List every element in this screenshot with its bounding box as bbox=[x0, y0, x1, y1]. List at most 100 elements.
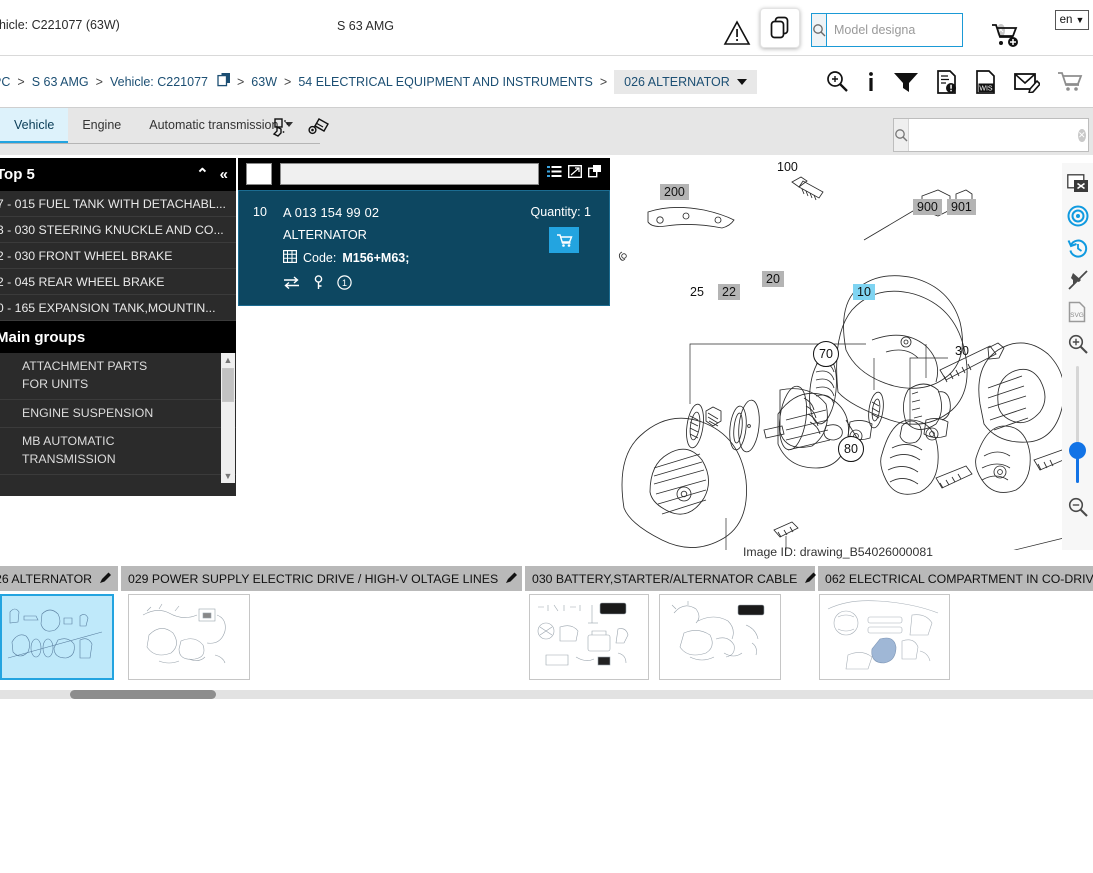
thumbnail-0[interactable] bbox=[0, 594, 114, 680]
hardware-bolt-icon[interactable] bbox=[308, 117, 332, 142]
cart-icon[interactable] bbox=[1057, 71, 1083, 93]
language-selector[interactable]: en ▼ bbox=[1055, 10, 1089, 30]
edit-pencil-icon[interactable] bbox=[804, 571, 817, 587]
thumbnail-2[interactable] bbox=[529, 594, 649, 680]
parts-list-header bbox=[238, 158, 610, 190]
breadcrumb-item-0[interactable]: PC bbox=[0, 75, 15, 89]
callout-70[interactable]: 70 bbox=[813, 341, 839, 367]
info-icon[interactable] bbox=[866, 70, 876, 94]
unpin-icon[interactable] bbox=[1064, 264, 1092, 296]
clear-search-icon[interactable]: ✕ bbox=[1078, 128, 1086, 142]
callout-901[interactable]: 901 bbox=[947, 199, 976, 215]
parts-search-input[interactable] bbox=[909, 120, 1078, 150]
tab-vehicle[interactable]: Vehicle bbox=[0, 108, 69, 144]
callout-200[interactable]: 200 bbox=[660, 184, 689, 200]
drawing-group-tab-0[interactable]: 26 ALTERNATOR bbox=[0, 566, 118, 591]
top5-item-4[interactable]: 50 - 165 EXPANSION TANK,MOUNTIN... bbox=[0, 295, 236, 321]
breadcrumb-active-dropdown[interactable]: 026 ALTERNATOR bbox=[614, 70, 757, 94]
key-icon[interactable] bbox=[313, 275, 324, 295]
scroll-down-icon[interactable]: ▼ bbox=[221, 469, 235, 483]
zoom-slider[interactable] bbox=[1069, 366, 1086, 483]
expand-icon[interactable] bbox=[567, 164, 583, 183]
zoom-in-icon[interactable] bbox=[1064, 328, 1092, 360]
callout-100[interactable]: 100 bbox=[777, 160, 798, 174]
top5-item-0[interactable]: 47 - 015 FUEL TANK WITH DETACHABL... bbox=[0, 191, 236, 217]
zoom-search-icon[interactable] bbox=[825, 70, 849, 94]
select-all-checkbox[interactable] bbox=[246, 163, 272, 185]
document-alert-icon[interactable] bbox=[936, 70, 958, 94]
callout-25[interactable]: 25 bbox=[690, 285, 704, 299]
drawing-group-tab-2[interactable]: 030 BATTERY,STARTER/ALTERNATOR CABLE bbox=[525, 566, 817, 591]
breadcrumb-item-3[interactable]: 63W bbox=[246, 75, 282, 89]
drawing-group-label: 030 BATTERY,STARTER/ALTERNATOR CABLE bbox=[532, 571, 798, 586]
thumbnail-3[interactable] bbox=[659, 594, 781, 680]
collapse-left-icon[interactable]: « bbox=[220, 167, 228, 182]
warning-triangle-icon[interactable] bbox=[723, 20, 751, 46]
svg-export-icon[interactable]: SVG bbox=[1064, 296, 1092, 328]
mail-edit-icon[interactable] bbox=[1014, 71, 1040, 93]
main-group-item-1[interactable]: 24 ENGINE SUSPENSION bbox=[0, 400, 236, 429]
drawing-group-tab-3[interactable]: 062 ELECTRICAL COMPARTMENT IN CO-DRIV bbox=[818, 566, 1093, 591]
copy-icon[interactable] bbox=[587, 165, 602, 183]
callout-900[interactable]: 900 bbox=[913, 199, 942, 215]
fluids-icon[interactable] bbox=[272, 117, 294, 142]
main-group-label: PEDAL ASSEMBLY bbox=[22, 480, 172, 483]
tab-underline bbox=[0, 143, 320, 144]
callout-30[interactable]: 30 bbox=[955, 344, 969, 358]
thumbnail-1[interactable] bbox=[128, 594, 250, 680]
related-drawings-strip: 26 ALTERNATOR 029 POWER SUPPLY ELECTRIC … bbox=[0, 566, 1093, 690]
thumbnail-scrollbar[interactable] bbox=[0, 690, 1093, 699]
note-number-icon[interactable]: 1 bbox=[337, 275, 352, 295]
part-number: A 013 154 99 02 bbox=[283, 205, 380, 220]
close-icon[interactable] bbox=[1064, 168, 1092, 200]
model-search-input[interactable] bbox=[827, 15, 997, 45]
wis-document-icon[interactable]: WIS bbox=[975, 70, 997, 94]
drawing-group-label: 029 POWER SUPPLY ELECTRIC DRIVE / HIGH-V… bbox=[128, 571, 499, 586]
history-undo-icon[interactable] bbox=[1064, 232, 1092, 264]
collapse-up-icon[interactable]: ⌃ bbox=[196, 167, 209, 182]
exchange-icon[interactable] bbox=[283, 276, 300, 294]
left-navigation-panel: Top 5 ⌃ « 47 - 015 FUEL TANK WITH DETACH… bbox=[0, 158, 236, 496]
page-background bbox=[0, 699, 1093, 873]
callout-10[interactable]: 10 bbox=[853, 284, 875, 300]
top5-item-1[interactable]: 33 - 030 STEERING KNUCKLE AND CO... bbox=[0, 217, 236, 243]
breadcrumb-copy-icon[interactable] bbox=[217, 72, 231, 92]
edit-pencil-icon[interactable] bbox=[505, 571, 518, 587]
main-group-item-0[interactable]: 21 ATTACHMENT PARTS FOR UNITS bbox=[0, 353, 236, 400]
breadcrumb-item-1[interactable]: S 63 AMG bbox=[27, 75, 94, 89]
top5-item-3[interactable]: 42 - 045 REAR WHEEL BRAKE bbox=[0, 269, 236, 295]
breadcrumb-item-4[interactable]: 54 ELECTRICAL EQUIPMENT AND INSTRUMENTS bbox=[293, 75, 598, 89]
parts-filter-input[interactable] bbox=[280, 163, 539, 185]
callout-22[interactable]: 22 bbox=[718, 284, 740, 300]
related-drawings-tabs: 26 ALTERNATOR 029 POWER SUPPLY ELECTRIC … bbox=[0, 566, 1093, 591]
tab-engine[interactable]: Engine bbox=[68, 108, 135, 144]
zoom-slider-knob[interactable] bbox=[1069, 442, 1086, 459]
model-search-box[interactable]: ✕ bbox=[811, 13, 1005, 47]
filter-icon[interactable] bbox=[893, 70, 919, 94]
copy-button[interactable] bbox=[760, 8, 800, 48]
list-view-icon[interactable] bbox=[547, 165, 562, 183]
main-groups-scrollbar[interactable]: ▲ ▼ bbox=[221, 353, 235, 483]
main-group-number: 21 bbox=[0, 358, 22, 394]
edit-pencil-icon[interactable] bbox=[99, 571, 112, 587]
part-code-value: M156+M63; bbox=[342, 251, 410, 265]
drawing-group-tab-1[interactable]: 029 POWER SUPPLY ELECTRIC DRIVE / HIGH-V… bbox=[121, 566, 522, 591]
top5-item-2[interactable]: 42 - 030 FRONT WHEEL BRAKE bbox=[0, 243, 236, 269]
callout-20[interactable]: 20 bbox=[762, 271, 784, 287]
callout-80[interactable]: 80 bbox=[838, 436, 864, 462]
scrollbar-thumb-horizontal[interactable] bbox=[70, 690, 216, 699]
scroll-up-icon[interactable]: ▲ bbox=[221, 353, 235, 367]
breadcrumb-item-2[interactable]: Vehicle: C221077 bbox=[105, 75, 213, 89]
main-group-item-3[interactable]: 29 PEDAL ASSEMBLY bbox=[0, 475, 236, 483]
add-to-cart-button[interactable] bbox=[549, 227, 579, 253]
part-row[interactable]: 10 A 013 154 99 02 ALTERNATOR Code: M156… bbox=[238, 190, 610, 306]
scrollbar-thumb[interactable] bbox=[222, 368, 234, 402]
thumbnail-4[interactable] bbox=[819, 594, 950, 680]
cart-add-icon[interactable] bbox=[991, 22, 1023, 53]
parts-search-box[interactable]: ✕ bbox=[893, 118, 1089, 152]
zoom-out-icon[interactable] bbox=[1064, 491, 1092, 523]
target-focus-icon[interactable] bbox=[1064, 200, 1092, 232]
exploded-view-drawing[interactable]: 200 100 900 901 25 22 20 10 30 70 80 bbox=[610, 158, 1093, 550]
main-group-number: 27 bbox=[0, 433, 22, 469]
main-group-item-2[interactable]: 27 MB AUTOMATIC TRANSMISSION bbox=[0, 428, 236, 476]
